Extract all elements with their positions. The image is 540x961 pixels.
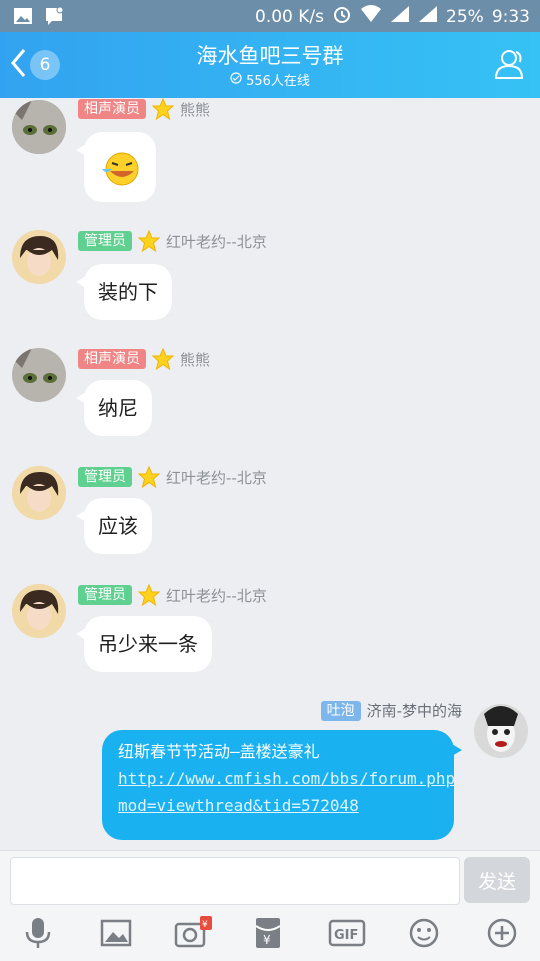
send-button[interactable]: 发送 [464,857,530,903]
avatar[interactable] [12,100,66,154]
avatar[interactable] [12,584,66,638]
red-packet-icon: ¥ [255,918,281,948]
plus-circle-icon [487,918,517,948]
message-link[interactable]: http://www.cmfish.com/bbs/forum.php?mod=… [118,769,465,815]
microphone-icon [25,918,51,948]
red-packet-button[interactable]: ¥ [248,913,288,953]
group-members-button[interactable] [492,46,528,82]
more-button[interactable] [482,913,522,953]
message-bubble[interactable]: 装的下 [76,264,172,320]
gif-button[interactable]: GIF [326,913,370,953]
sender-name[interactable]: 红叶老约--北京 [166,231,267,252]
member-title-badge: 吐泡 [320,700,361,721]
svg-text:¥: ¥ [263,933,271,947]
clock: 9:33 [491,6,530,27]
input-toolbar: ¥ ¥ GIF [0,913,540,961]
avatar[interactable] [12,466,66,520]
message-notification-icon [44,5,66,27]
sender-name[interactable]: 红叶老约--北京 [166,467,267,488]
smiley-icon [409,918,439,948]
wifi-icon [360,5,382,28]
star-icon [138,584,160,606]
sender-name[interactable]: 济南-梦中的海 [367,700,462,721]
network-speed: 0.00 K/s [255,6,325,27]
message-bubble[interactable]: 纳尼 [76,380,152,436]
check-circle-icon [230,71,242,88]
message-text: 纽斯春节节活动—盖楼送豪礼 [118,742,320,761]
group-title[interactable]: 海水鱼吧三号群 [0,40,540,70]
star-icon [138,466,160,488]
star-icon [152,348,174,370]
camera-button[interactable]: ¥ [174,913,214,953]
online-status: 556人在线 [0,70,540,89]
image-notification-icon [12,5,34,27]
signal-icon-2 [418,5,438,28]
chat-list[interactable]: 相声演员 熊熊 管理员 红叶老约--北京 装的下 相声演员 熊熊 纳尼 管理员 … [0,98,540,850]
status-bar: 0.00 K/s 25% 9:33 [0,0,540,32]
voice-button[interactable] [18,913,58,953]
avatar[interactable] [474,704,528,758]
message-bubble[interactable]: 吊少来一条 [76,616,212,672]
gif-icon: GIF [328,919,366,947]
online-count: 556人在线 [246,74,310,89]
battery-level: 25% [446,6,484,27]
signal-icon [390,5,410,28]
chat-header: 6 海水鱼吧三号群 556人在线 [0,32,540,98]
self-message: 吐泡 济南-梦中的海 纽斯春节节活动—盖楼送豪礼 http://www.cmfi… [0,700,540,850]
svg-text:¥: ¥ [202,920,208,930]
emoji-button[interactable] [404,913,444,953]
avatar[interactable] [12,348,66,402]
star-icon [152,98,174,120]
message-bubble[interactable]: 应该 [76,498,152,554]
member-title-badge: 相声演员 [78,349,146,369]
image-icon [100,919,132,947]
sender-name[interactable]: 红叶老约--北京 [166,585,267,606]
message-bubble[interactable]: 纽斯春节节活动—盖楼送豪礼 http://www.cmfish.com/bbs/… [102,730,465,840]
member-title-badge: 管理员 [78,231,132,251]
alarm-icon [332,4,352,29]
member-title-badge: 管理员 [78,585,132,605]
member-title-badge: 相声演员 [78,99,146,119]
star-icon [138,230,160,252]
member-title-badge: 管理员 [78,467,132,487]
camera-icon: ¥ [174,916,212,948]
sender-name[interactable]: 熊熊 [180,349,210,370]
input-area: 发送 ¥ ¥ GIF [0,850,540,961]
crying-laughing-emoji-icon [102,152,139,185]
message-input[interactable] [10,857,460,905]
svg-text:GIF: GIF [334,928,358,943]
avatar[interactable] [12,230,66,284]
members-icon [494,50,524,79]
message-bubble[interactable] [76,132,156,202]
image-button[interactable] [96,913,136,953]
sender-name[interactable]: 熊熊 [180,99,210,120]
